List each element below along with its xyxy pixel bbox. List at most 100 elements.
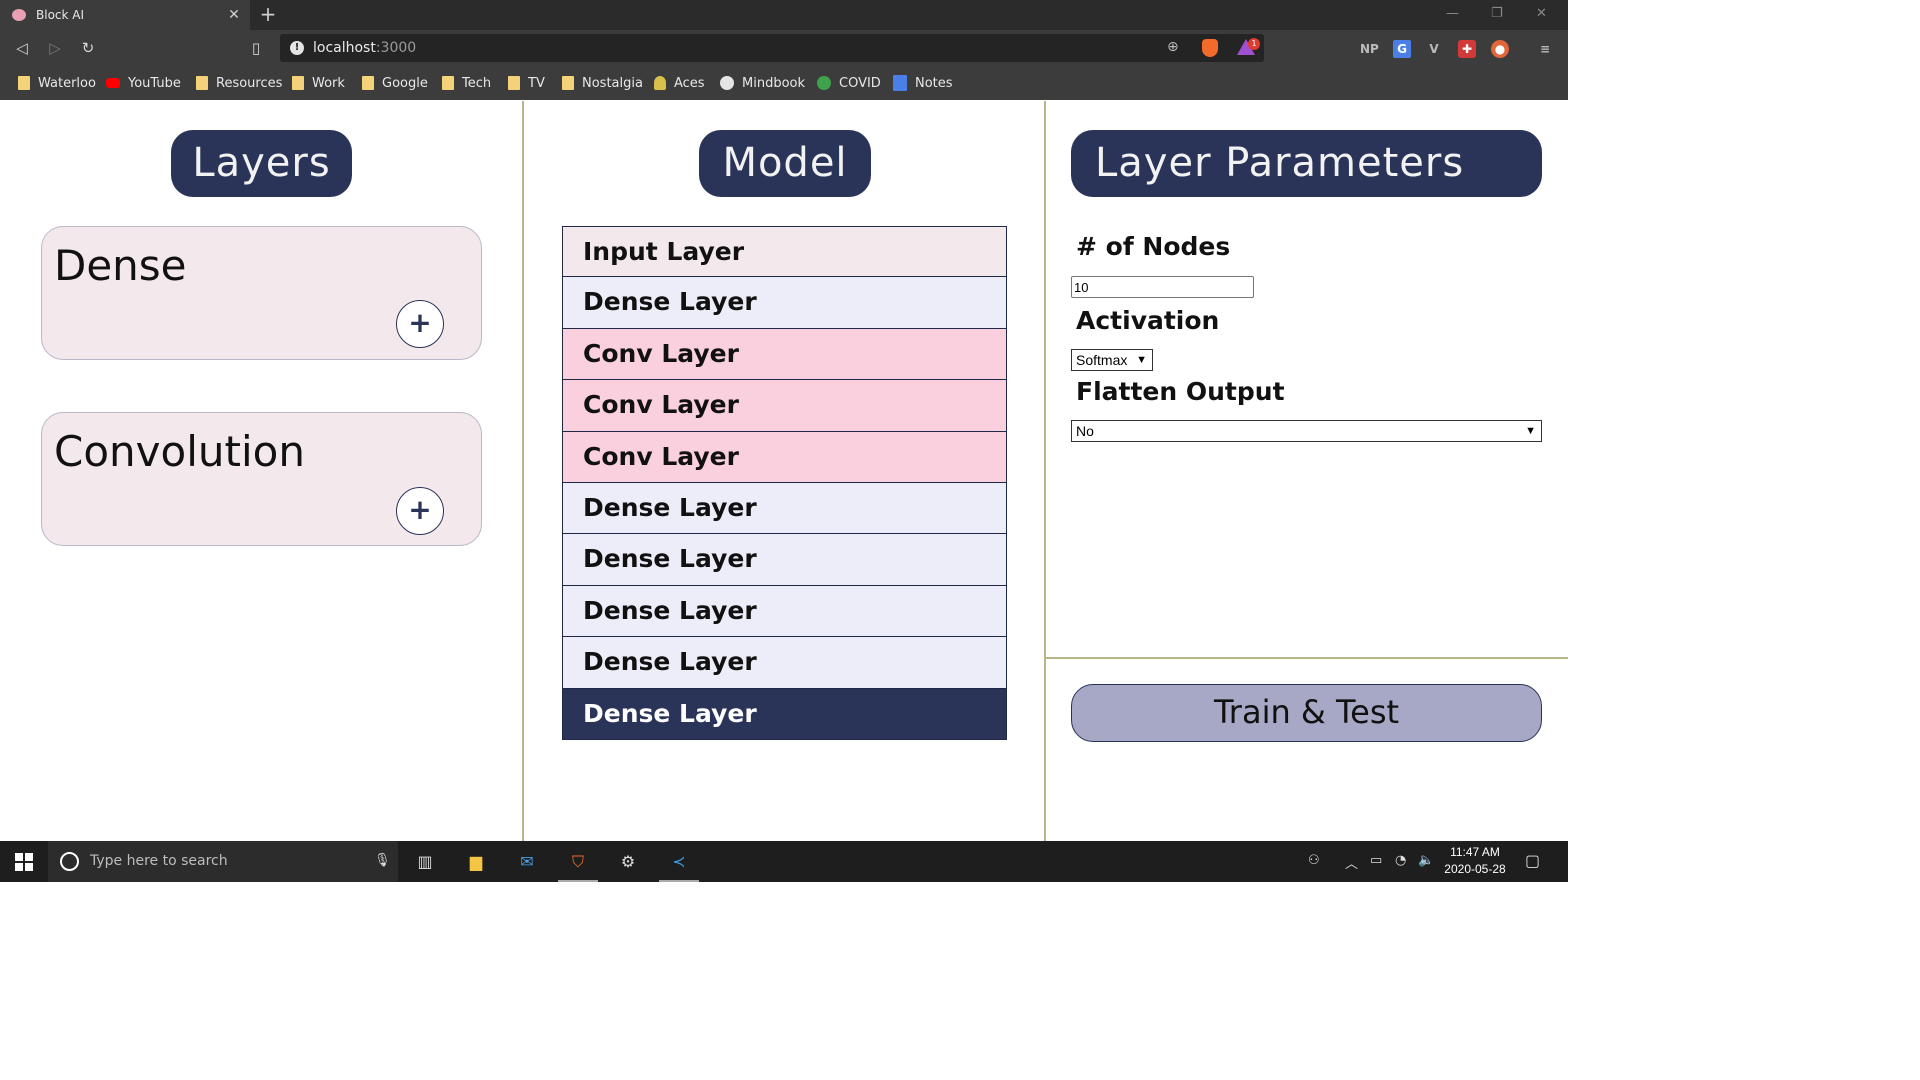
bookmark-label: COVID bbox=[839, 75, 881, 91]
duckduckgo-extension-icon[interactable]: ● bbox=[1491, 40, 1509, 58]
chevron-down-icon: ▼ bbox=[1136, 354, 1147, 366]
action-center-icon[interactable]: ▢ bbox=[1525, 851, 1540, 870]
model-row-dense[interactable]: Dense Layer bbox=[562, 277, 1007, 329]
layer-card-title: Convolution bbox=[54, 427, 305, 476]
layers-title: Layers bbox=[171, 130, 352, 197]
task-view-icon[interactable]: ▥ bbox=[413, 850, 437, 874]
vimeo-extension-icon[interactable]: V bbox=[1425, 40, 1443, 58]
browser-tab[interactable]: Block AI ✕ bbox=[0, 0, 250, 30]
bookmark-waterloo[interactable]: Waterloo bbox=[18, 74, 96, 92]
layer-card-dense: Dense + bbox=[41, 226, 482, 360]
new-tab-button[interactable]: + bbox=[258, 4, 278, 24]
bookmark-notes[interactable]: Notes bbox=[893, 74, 953, 92]
reload-icon[interactable]: ↻ bbox=[78, 38, 98, 58]
bookmark-tech[interactable]: Tech bbox=[442, 74, 491, 92]
model-row-dense[interactable]: Dense Layer bbox=[562, 585, 1007, 638]
nodes-input[interactable] bbox=[1071, 276, 1254, 298]
bookmark-label: YouTube bbox=[128, 75, 181, 91]
wifi-icon[interactable]: ◔ bbox=[1395, 853, 1406, 868]
active-app-indicator bbox=[659, 880, 699, 882]
bookmark-label: Waterloo bbox=[38, 75, 96, 91]
bookmark-covid[interactable]: COVID bbox=[817, 74, 881, 92]
battery-icon[interactable]: ▭ bbox=[1370, 853, 1382, 868]
model-layer-list: Input Layer Dense Layer Conv Layer Conv … bbox=[562, 226, 1007, 740]
mail-icon[interactable]: ✉ bbox=[515, 850, 539, 874]
column-divider bbox=[522, 101, 524, 841]
chevron-up-icon[interactable]: ︿ bbox=[1345, 853, 1358, 872]
model-row-dense[interactable]: Dense Layer bbox=[562, 534, 1007, 586]
column-divider bbox=[1044, 101, 1046, 841]
bookmark-youtube[interactable]: YouTube bbox=[106, 74, 181, 92]
bookmark-label: Notes bbox=[915, 75, 953, 91]
add-convolution-layer-button[interactable]: + bbox=[396, 487, 444, 535]
bookmark-tv[interactable]: TV bbox=[508, 74, 545, 92]
folder-icon bbox=[508, 76, 520, 90]
bookmark-label: Nostalgia bbox=[582, 75, 643, 91]
bookmark-resources[interactable]: Resources bbox=[196, 74, 282, 92]
model-row-selected[interactable]: Dense Layer bbox=[562, 688, 1007, 740]
people-icon[interactable]: ⚇ bbox=[1308, 853, 1320, 868]
url-text[interactable]: localhost:3000 bbox=[313, 40, 416, 56]
tab-close-icon[interactable]: ✕ bbox=[224, 7, 244, 23]
model-row-dense[interactable]: Dense Layer bbox=[562, 482, 1007, 535]
aces-icon bbox=[654, 76, 666, 90]
volume-icon[interactable]: 🔈 bbox=[1418, 853, 1434, 868]
folder-icon bbox=[18, 76, 30, 90]
back-icon[interactable]: ◁ bbox=[12, 38, 32, 58]
taskbar-clock[interactable]: 11:47 AM 2020-05-28 bbox=[1440, 844, 1510, 878]
add-dense-layer-button[interactable]: + bbox=[396, 300, 444, 348]
layer-card-title: Dense bbox=[54, 241, 187, 290]
windows-start-icon[interactable] bbox=[15, 853, 33, 871]
address-bar[interactable]: ! localhost:3000 ⊕ 1 bbox=[280, 34, 1264, 62]
clock-time: 11:47 AM bbox=[1450, 845, 1500, 859]
model-row-conv[interactable]: Conv Layer bbox=[562, 380, 1007, 432]
bookmark-google[interactable]: Google bbox=[362, 74, 428, 92]
bookmark-label: Google bbox=[382, 75, 428, 91]
brave-browser-icon[interactable]: ⛉ bbox=[566, 850, 590, 874]
zoom-icon[interactable]: ⊕ bbox=[1167, 39, 1179, 55]
taskbar-search[interactable]: Type here to search 🎙 bbox=[48, 841, 398, 882]
folder-icon bbox=[442, 76, 454, 90]
layer-card-convolution: Convolution + bbox=[41, 412, 482, 546]
bookmark-page-icon[interactable]: ▯ bbox=[246, 38, 266, 58]
activation-select[interactable]: Softmax ▼ bbox=[1071, 349, 1153, 371]
windows-taskbar: Type here to search 🎙 ▥ ▆ ✉ ⛉ ⚙ ≺ ⚇ ︿ ▭ … bbox=[0, 841, 1568, 882]
microphone-icon[interactable]: 🎙 bbox=[374, 853, 391, 868]
translate-extension-icon[interactable]: G bbox=[1393, 40, 1411, 58]
model-row-conv[interactable]: Conv Layer bbox=[562, 431, 1007, 483]
bookmark-nostalgia[interactable]: Nostalgia bbox=[562, 74, 643, 92]
mindbook-icon bbox=[720, 76, 734, 90]
bookmark-label: TV bbox=[528, 75, 545, 91]
restore-icon[interactable]: ❐ bbox=[1491, 6, 1503, 21]
model-row-conv[interactable]: Conv Layer bbox=[562, 328, 1007, 381]
puzzle-extension-icon[interactable]: ✚ bbox=[1458, 40, 1476, 58]
browser-toolbar: ◁ ▷ ↻ ▯ ! localhost:3000 ⊕ 1 NP G V ✚ ● … bbox=[0, 30, 1568, 66]
bookmarks-bar: Waterloo YouTube Resources Work Google T… bbox=[0, 66, 1568, 100]
vscode-icon[interactable]: ≺ bbox=[667, 850, 691, 874]
rewards-badge: 1 bbox=[1248, 38, 1260, 50]
window-close-icon[interactable]: ✕ bbox=[1536, 6, 1547, 21]
brain-favicon-icon bbox=[12, 9, 26, 21]
forward-icon[interactable]: ▷ bbox=[45, 38, 65, 58]
bookmark-mindbook[interactable]: Mindbook bbox=[720, 74, 805, 92]
bookmark-work[interactable]: Work bbox=[292, 74, 345, 92]
bookmark-aces[interactable]: Aces bbox=[654, 74, 705, 92]
flatten-select[interactable]: No ▼ bbox=[1071, 420, 1542, 442]
covid-icon bbox=[817, 76, 831, 90]
layer-parameters-title: Layer Parameters bbox=[1071, 130, 1542, 197]
activation-value: Softmax bbox=[1076, 352, 1128, 368]
settings-gear-icon[interactable]: ⚙ bbox=[616, 850, 640, 874]
activation-label: Activation bbox=[1076, 306, 1220, 335]
bookmark-label: Mindbook bbox=[742, 75, 806, 91]
url-port: :3000 bbox=[375, 40, 417, 56]
model-row-input[interactable]: Input Layer bbox=[562, 226, 1007, 278]
minimize-icon[interactable]: — bbox=[1446, 6, 1459, 21]
train-test-button[interactable]: Train & Test bbox=[1071, 684, 1542, 742]
file-explorer-icon[interactable]: ▆ bbox=[464, 850, 488, 874]
model-row-dense[interactable]: Dense Layer bbox=[562, 637, 1007, 689]
menu-icon[interactable]: ≡ bbox=[1536, 40, 1554, 58]
bookmark-label: Resources bbox=[216, 75, 283, 91]
brave-shields-icon[interactable] bbox=[1202, 39, 1218, 57]
np-extension-icon[interactable]: NP bbox=[1360, 40, 1379, 58]
site-info-icon[interactable]: ! bbox=[290, 41, 304, 55]
